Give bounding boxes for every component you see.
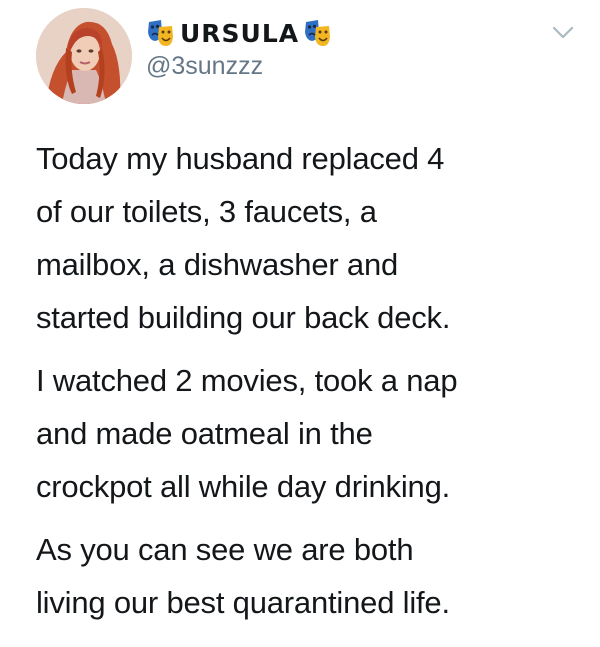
author-display-name[interactable]: URSULA bbox=[146, 16, 333, 50]
tweet-paragraph: Today my husband replaced 4 of our toile… bbox=[36, 141, 451, 335]
avatar[interactable] bbox=[36, 8, 132, 104]
chevron-down-icon[interactable] bbox=[552, 26, 574, 40]
performing-arts-masks-icon bbox=[148, 20, 173, 46]
avatar-photo bbox=[36, 8, 132, 104]
tweet-paragraph: As you can see we are both living our be… bbox=[36, 532, 450, 620]
performing-arts-masks-icon bbox=[305, 20, 331, 46]
tweet-paragraph: I watched 2 movies, took a nap and made … bbox=[36, 363, 458, 504]
tweet-text: Today my husband replaced 4 of our toile… bbox=[36, 132, 576, 629]
author-handle[interactable]: @3sunzzz bbox=[146, 52, 263, 81]
display-name-text: URSULA bbox=[180, 18, 300, 48]
tweet-card: URSULA @3sunzzz Today my husband replace… bbox=[0, 0, 600, 647]
